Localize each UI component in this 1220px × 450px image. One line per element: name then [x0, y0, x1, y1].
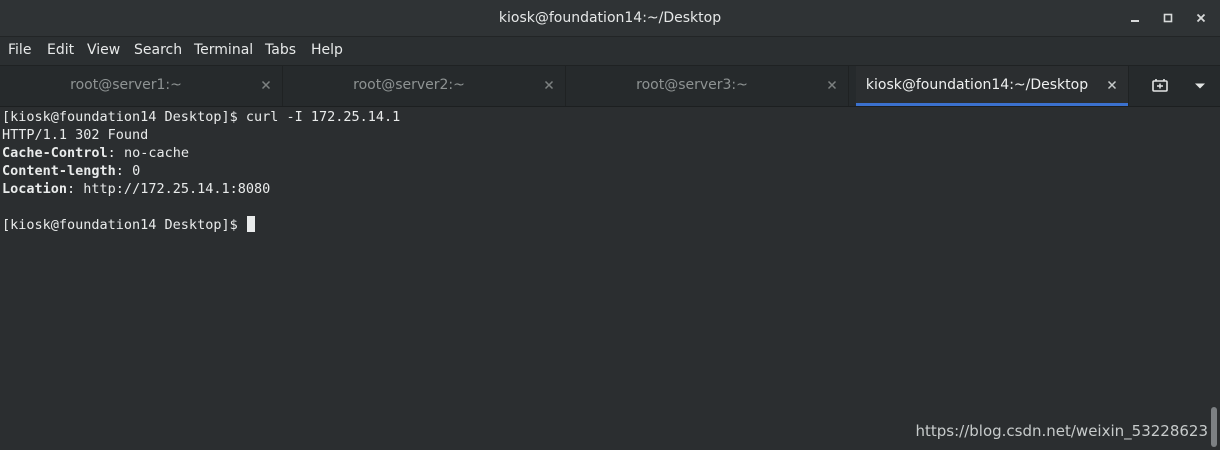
- menu-file[interactable]: File: [4, 37, 35, 65]
- tab-close-icon[interactable]: [541, 77, 557, 93]
- prompt: [kiosk@foundation14 Desktop]$: [2, 109, 238, 125]
- tab-server2[interactable]: root@server2:~: [283, 66, 566, 106]
- header-value: no-cache: [123, 145, 189, 161]
- menu-terminal[interactable]: Terminal: [190, 37, 257, 65]
- tab-close-icon[interactable]: [258, 77, 274, 93]
- tab-label: root@server3:~: [636, 77, 748, 93]
- close-icon[interactable]: [1191, 8, 1211, 28]
- minimize-icon[interactable]: [1125, 8, 1145, 28]
- tab-server3[interactable]: root@server3:~: [566, 66, 849, 106]
- prompt: [kiosk@foundation14 Desktop]$: [2, 217, 238, 233]
- scrollbar[interactable]: [1208, 107, 1220, 450]
- header-line: Location: http://172.25.14.1:8080: [2, 181, 271, 197]
- prompt-line: [kiosk@foundation14 Desktop]$: [2, 216, 255, 234]
- tab-close-icon[interactable]: [824, 77, 840, 93]
- status-line: HTTP/1.1 302 Found: [2, 127, 149, 143]
- menu-search[interactable]: Search: [130, 37, 186, 65]
- scrollbar-thumb[interactable]: [1211, 407, 1217, 447]
- menu-help[interactable]: Help: [307, 37, 347, 65]
- header-key: Location: [2, 181, 68, 197]
- menu-tabs[interactable]: Tabs: [261, 37, 300, 65]
- tabbar: root@server1:~ root@server2:~ root@serve…: [0, 66, 1220, 107]
- new-tab-icon[interactable]: [1148, 74, 1172, 98]
- terminal-output[interactable]: [kiosk@foundation14 Desktop]$ curl -I 17…: [0, 107, 1208, 450]
- header-key: Cache-Control: [2, 145, 108, 161]
- text-cursor: [246, 216, 255, 232]
- menubar: File Edit View Search Terminal Tabs Help: [0, 37, 1220, 66]
- command-line: [kiosk@foundation14 Desktop]$ curl -I 17…: [2, 108, 400, 126]
- header-value: http://172.25.14.1:8080: [83, 181, 271, 197]
- active-tab-indicator: [856, 103, 1128, 106]
- header-value: 0: [132, 163, 141, 179]
- header-line: Content-length: 0: [2, 163, 141, 179]
- header-line: Cache-Control: no-cache: [2, 145, 189, 161]
- maximize-icon[interactable]: [1158, 8, 1178, 28]
- tab-close-icon[interactable]: [1104, 77, 1120, 93]
- tab-label: root@server1:~: [70, 77, 182, 93]
- menu-view[interactable]: View: [83, 37, 124, 65]
- tab-server1[interactable]: root@server1:~: [0, 66, 283, 106]
- menu-edit[interactable]: Edit: [43, 37, 78, 65]
- tab-foundation14[interactable]: kiosk@foundation14:~/Desktop: [856, 66, 1129, 106]
- watermark: https://blog.csdn.net/weixin_53228623: [915, 422, 1208, 440]
- tab-label: kiosk@foundation14:~/Desktop: [865, 77, 1089, 93]
- tab-menu-chevron-icon[interactable]: [1188, 74, 1212, 98]
- window-titlebar: kiosk@foundation14:~/Desktop: [0, 0, 1220, 37]
- header-key: Content-length: [2, 163, 116, 179]
- command-text: curl -I 172.25.14.1: [245, 109, 401, 125]
- window-title: kiosk@foundation14:~/Desktop: [498, 10, 722, 26]
- tab-label: root@server2:~: [353, 77, 465, 93]
